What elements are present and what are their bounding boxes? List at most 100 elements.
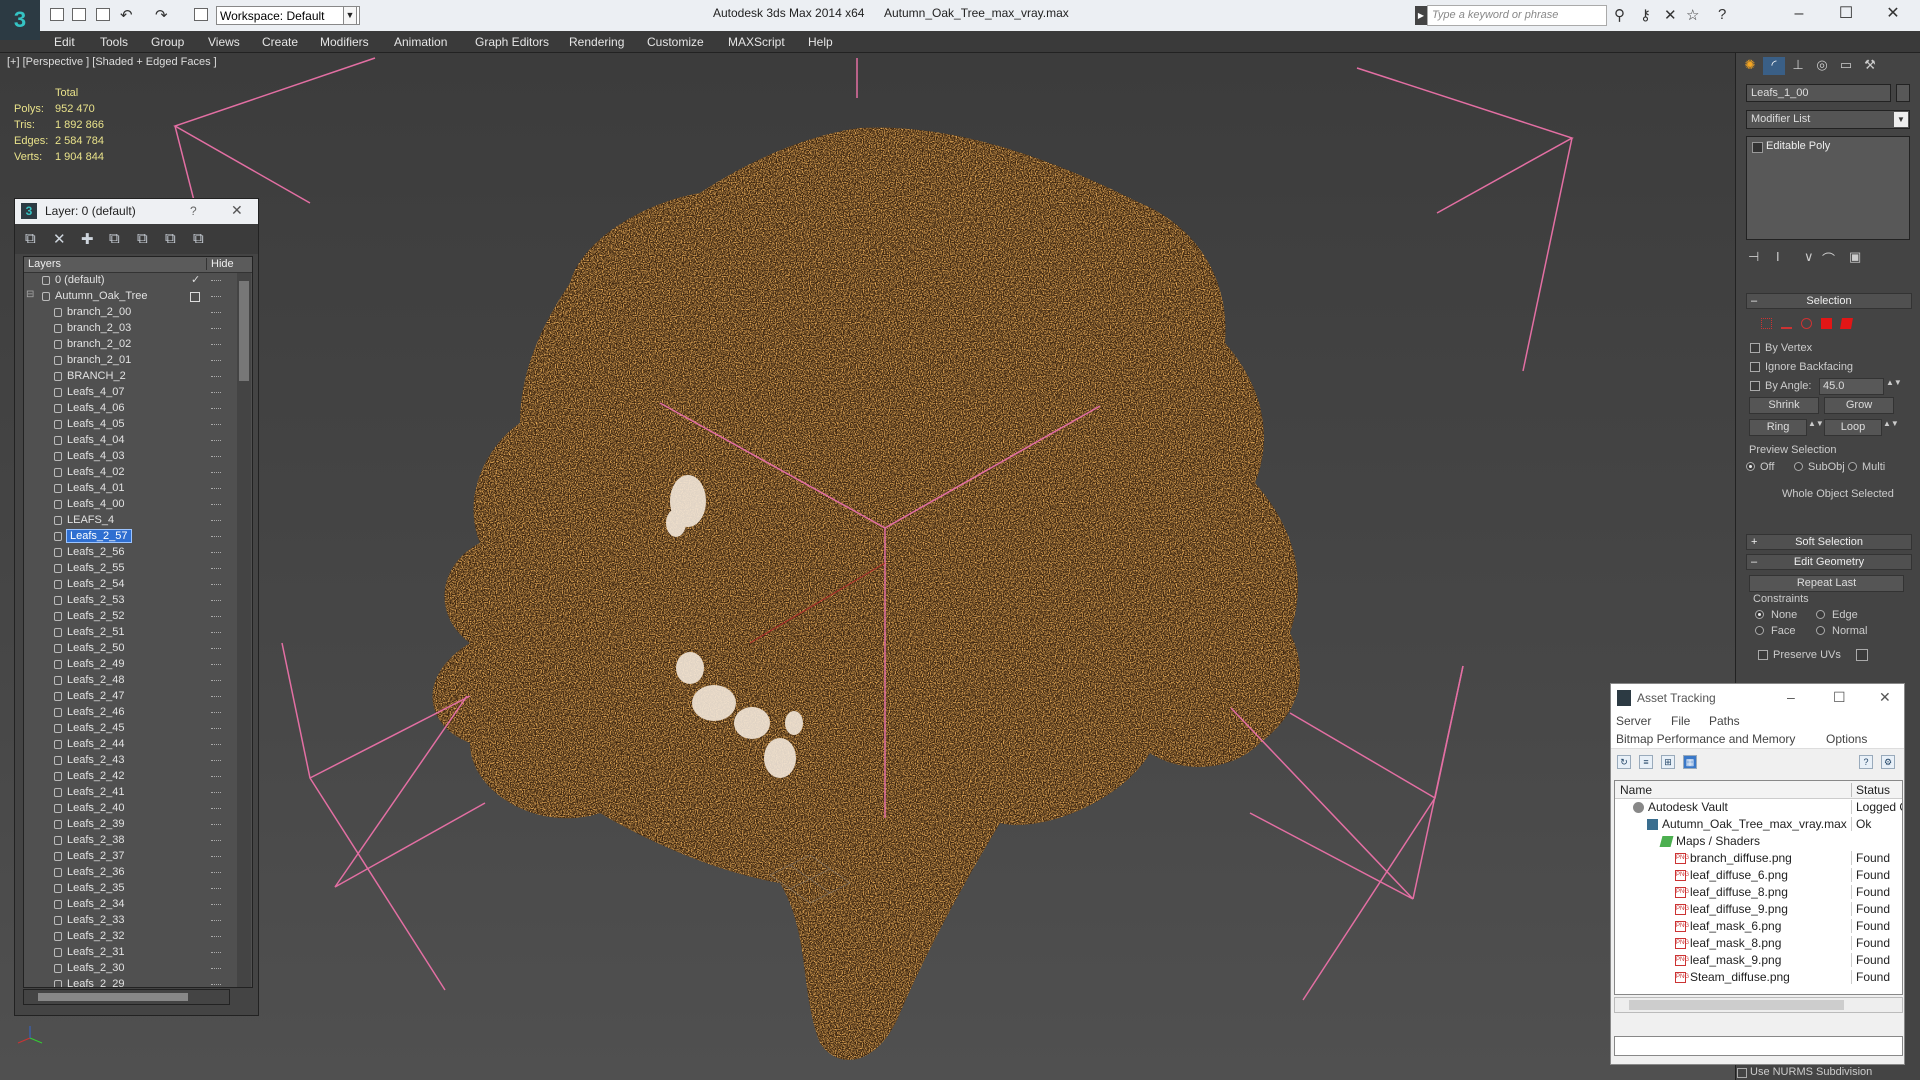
menu-rendering[interactable]: Rendering — [569, 35, 624, 49]
layer-row[interactable]: Leafs_2_38 — [24, 833, 252, 849]
layer-row[interactable]: Leafs_2_41 — [24, 785, 252, 801]
hide-toggle[interactable] — [211, 664, 221, 665]
layer-row[interactable]: Leafs_2_49 — [24, 657, 252, 673]
hide-toggle[interactable] — [211, 424, 221, 425]
project-folder-icon[interactable] — [194, 8, 208, 21]
hide-toggle[interactable] — [211, 344, 221, 345]
display-tab-icon[interactable]: ▭ — [1835, 57, 1857, 75]
hierarchy-tab-icon[interactable]: ⊥ — [1787, 57, 1809, 75]
scroll-thumb[interactable] — [1629, 1000, 1844, 1010]
hide-toggle[interactable] — [211, 536, 221, 537]
hide-toggle[interactable] — [211, 776, 221, 777]
tree-view-icon[interactable]: ⊞ — [1661, 755, 1675, 769]
asset-row[interactable]: PNG leaf_mask_8.png Found — [1615, 935, 1902, 952]
asset-row[interactable]: Maps / Shaders — [1615, 833, 1902, 850]
hide-toggle[interactable] — [211, 856, 221, 857]
help-icon[interactable]: ? — [1718, 6, 1726, 23]
preserve-uvs-settings-icon[interactable] — [1856, 649, 1868, 661]
hide-toggle[interactable] — [211, 440, 221, 441]
hide-toggle[interactable] — [211, 888, 221, 889]
hide-toggle[interactable] — [211, 648, 221, 649]
list-view-icon[interactable]: ≡ — [1639, 755, 1653, 769]
collapse-tree-icon[interactable]: ⊟ — [26, 289, 34, 300]
soft-selection-rollout-header[interactable]: + Soft Selection — [1746, 534, 1912, 550]
utilities-tab-icon[interactable]: ⚒ — [1859, 57, 1881, 75]
nurms-checkbox[interactable] — [1737, 1068, 1747, 1078]
layer-row[interactable]: Leafs_2_33 — [24, 913, 252, 929]
layer-list[interactable]: Layers Hide 0 (default) ✓ ⊟ Autumn_Oak_Tree… — [23, 256, 253, 988]
layers-column-header[interactable]: Layers — [28, 258, 61, 270]
layer-row[interactable]: Leafs_2_34 — [24, 897, 252, 913]
hide-toggle[interactable] — [211, 568, 221, 569]
set-current-layer-icon[interactable] — [190, 292, 200, 302]
hide-toggle[interactable] — [211, 968, 221, 969]
asset-table[interactable]: Name Status Autodesk Vault Logged Out Autu… — [1614, 780, 1903, 995]
edit-geometry-rollout-header[interactable]: – Edit Geometry — [1746, 554, 1912, 570]
layer-panel-titlebar[interactable]: 3 Layer: 0 (default) ? ✕ — [15, 199, 258, 224]
edge-mode-icon[interactable] — [1781, 318, 1792, 329]
layer-row[interactable]: 0 (default) ✓ — [24, 273, 252, 289]
layer-row[interactable]: Leafs_2_37 — [24, 849, 252, 865]
close-icon[interactable]: ✕ — [1879, 689, 1891, 706]
hide-toggle[interactable] — [211, 616, 221, 617]
pin-stack-icon[interactable]: ⊣ — [1748, 249, 1759, 265]
modify-tab-icon[interactable]: ◜ — [1763, 57, 1785, 75]
menu-modifiers[interactable]: Modifiers — [320, 35, 369, 49]
layer-vertical-scrollbar[interactable] — [237, 273, 251, 987]
layer-row[interactable]: Leafs_2_51 — [24, 625, 252, 641]
search-input[interactable]: Type a keyword or phrase — [1427, 5, 1607, 26]
asset-tracking-titlebar[interactable]: Asset Tracking – ☐ ✕ — [1611, 684, 1904, 712]
loop-button[interactable]: Loop — [1824, 419, 1882, 436]
hide-toggle[interactable] — [211, 312, 221, 313]
layer-row[interactable]: Leafs_4_04 — [24, 433, 252, 449]
constraint-edge-radio[interactable] — [1816, 610, 1825, 619]
layer-row[interactable]: Leafs_2_57 — [24, 529, 252, 545]
create-tab-icon[interactable]: ✺ — [1739, 57, 1761, 75]
menu-edit[interactable]: Edit — [54, 35, 75, 49]
layer-row[interactable]: ⊟ Autumn_Oak_Tree — [24, 289, 252, 305]
layer-row[interactable]: branch_2_02 — [24, 337, 252, 353]
layer-row[interactable]: Leafs_2_50 — [24, 641, 252, 657]
viewport-label[interactable]: [+] [Perspective ] [Shaded + Edged Faces… — [7, 56, 217, 68]
repeat-last-button[interactable]: Repeat Last — [1749, 575, 1904, 592]
hide-toggle[interactable] — [211, 808, 221, 809]
layer-row[interactable]: Leafs_2_43 — [24, 753, 252, 769]
hide-toggle[interactable] — [211, 488, 221, 489]
vertex-mode-icon[interactable] — [1761, 318, 1772, 329]
hide-toggle[interactable] — [211, 760, 221, 761]
hide-toggle[interactable] — [211, 872, 221, 873]
menu-views[interactable]: Views — [208, 35, 240, 49]
layer-row[interactable]: Leafs_2_44 — [24, 737, 252, 753]
minimize-button[interactable]: – — [1776, 2, 1822, 26]
menu-server[interactable]: Server — [1616, 714, 1651, 728]
hide-toggle[interactable] — [211, 712, 221, 713]
undo-icon[interactable]: ↶ — [120, 6, 133, 24]
chevron-down-icon[interactable]: ▼ — [343, 6, 357, 25]
asset-horizontal-scrollbar[interactable] — [1614, 997, 1903, 1013]
menu-maxscript[interactable]: MAXScript — [728, 35, 785, 49]
hide-toggle[interactable] — [211, 520, 221, 521]
loop-spinner-icon[interactable]: ▲▼ — [1883, 419, 1899, 428]
layer-row[interactable]: Leafs_2_56 — [24, 545, 252, 561]
maximize-button[interactable]: ☐ — [1823, 2, 1869, 26]
layer-horizontal-scrollbar[interactable] — [23, 989, 230, 1005]
ring-button[interactable]: Ring — [1749, 419, 1807, 436]
hide-column-header[interactable]: Hide — [206, 258, 234, 270]
new-file-icon[interactable] — [50, 8, 64, 21]
stack-item-editable-poly[interactable]: Editable Poly — [1750, 140, 1830, 153]
object-name-field[interactable]: Leafs_1_00 — [1746, 84, 1891, 102]
hide-toggle[interactable] — [211, 504, 221, 505]
layer-row[interactable]: Leafs_2_47 — [24, 689, 252, 705]
layer-row[interactable]: Leafs_2_45 — [24, 721, 252, 737]
hide-toggle[interactable] — [211, 584, 221, 585]
asset-row[interactable]: PNG leaf_diffuse_6.png Found — [1615, 867, 1902, 884]
active-layer-check-icon[interactable]: ✓ — [191, 273, 200, 286]
hide-toggle[interactable] — [211, 296, 221, 297]
hide-toggle[interactable] — [211, 984, 221, 985]
layer-row[interactable]: branch_2_00 — [24, 305, 252, 321]
angle-value-field[interactable]: 45.0 — [1819, 378, 1884, 395]
hide-toggle[interactable] — [211, 456, 221, 457]
preview-subobj-radio[interactable] — [1794, 462, 1803, 471]
menu-graph-editors[interactable]: Graph Editors — [475, 35, 549, 49]
asset-row[interactable]: PNG Steam_diffuse.png Found — [1615, 969, 1902, 986]
